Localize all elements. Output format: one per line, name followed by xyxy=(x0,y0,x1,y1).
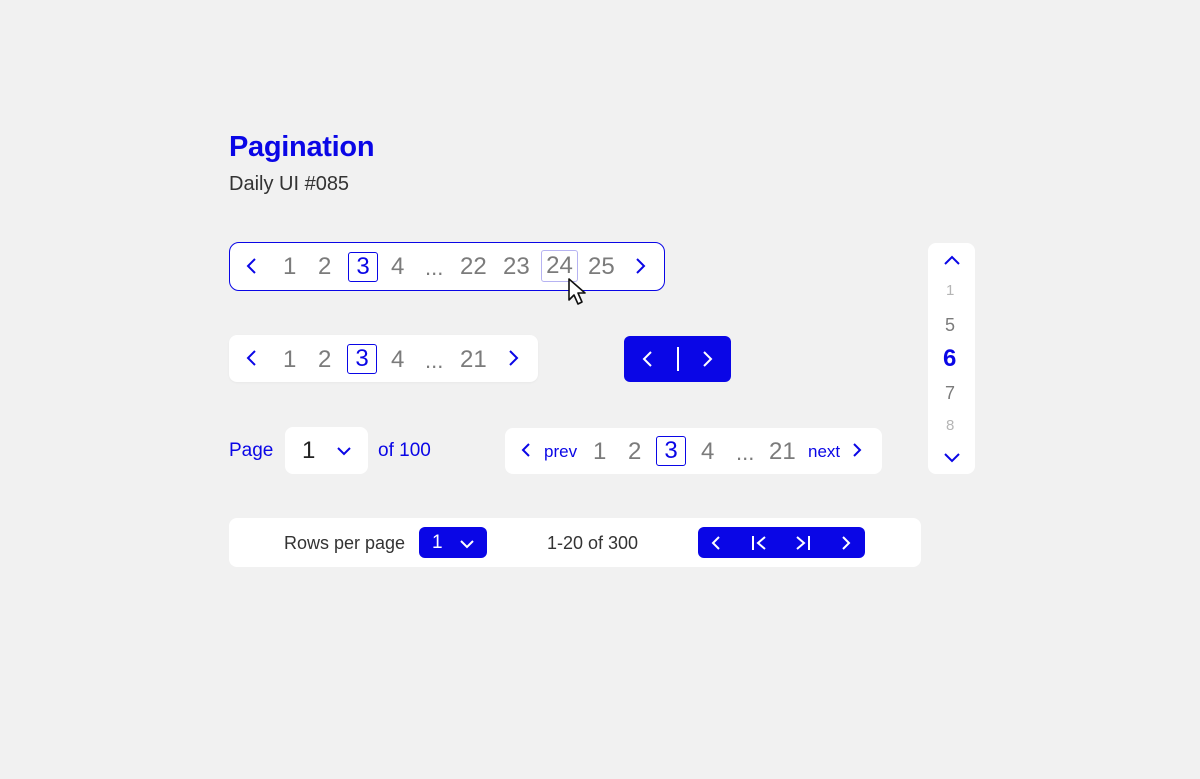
chevron-down-icon xyxy=(336,444,352,462)
page-last[interactable]: 21 xyxy=(460,346,487,374)
vertical-pagination: 1 5 6 7 8 xyxy=(928,243,975,474)
last-page-icon[interactable] xyxy=(794,535,812,556)
table-footer-pagination: Rows per page 1 1-20 of 300 xyxy=(229,518,921,567)
page-select-value: 1 xyxy=(302,437,316,464)
prev-next-button-group xyxy=(624,336,731,382)
ellipsis: ... xyxy=(736,440,755,465)
rows-per-page-label: Rows per page xyxy=(284,533,406,553)
pagination-bar-extended: 1 2 3 4 ... 22 23 24 25 xyxy=(229,242,665,291)
page-current[interactable]: 3 xyxy=(656,436,686,466)
chevron-left-icon[interactable] xyxy=(245,349,259,367)
page-select-dropdown[interactable]: 1 xyxy=(285,427,368,474)
vertical-page-current[interactable]: 6 xyxy=(943,345,956,373)
chevron-right-icon[interactable] xyxy=(840,535,852,556)
chevron-right-icon[interactable] xyxy=(633,257,647,275)
page-1[interactable]: 1 xyxy=(593,438,606,466)
chevron-left-icon[interactable] xyxy=(641,350,655,373)
ellipsis: ... xyxy=(425,348,444,373)
page-4[interactable]: 4 xyxy=(391,253,404,281)
page-1[interactable]: 1 xyxy=(283,346,296,374)
page-current[interactable]: 3 xyxy=(348,252,378,282)
ellipsis: ... xyxy=(425,255,444,280)
vertical-page-1[interactable]: 1 xyxy=(946,282,954,299)
next-link[interactable]: next xyxy=(808,442,840,462)
rows-per-page-select[interactable]: 1 xyxy=(419,527,487,558)
vertical-page-7[interactable]: 7 xyxy=(945,383,955,404)
chevron-left-icon[interactable] xyxy=(710,535,722,556)
page-1[interactable]: 1 xyxy=(283,253,296,281)
page-22[interactable]: 22 xyxy=(460,253,487,281)
page-total-label: of 100 xyxy=(378,440,431,461)
page-title: Pagination xyxy=(229,131,375,163)
page-2[interactable]: 2 xyxy=(318,346,331,374)
table-nav-button-group xyxy=(698,527,865,558)
chevron-left-icon[interactable] xyxy=(520,442,532,458)
pagination-bar-compact: 1 2 3 4 ... 21 xyxy=(229,335,538,382)
page-2[interactable]: 2 xyxy=(628,438,641,466)
chevron-up-icon[interactable] xyxy=(943,253,961,272)
page-last[interactable]: 25 xyxy=(588,253,615,281)
page-23[interactable]: 23 xyxy=(503,253,530,281)
pagination-bar-labeled: prev 1 2 3 4 ... 21 next xyxy=(505,428,882,474)
page-current[interactable]: 3 xyxy=(347,344,377,374)
chevron-right-icon[interactable] xyxy=(700,350,714,373)
first-page-icon[interactable] xyxy=(750,535,768,556)
chevron-down-icon xyxy=(459,537,475,555)
page-last[interactable]: 21 xyxy=(769,438,796,466)
chevron-right-icon[interactable] xyxy=(506,349,520,367)
divider xyxy=(677,347,679,371)
chevron-down-icon[interactable] xyxy=(943,451,961,470)
page-4[interactable]: 4 xyxy=(391,346,404,374)
page-select-label: Page xyxy=(229,440,274,461)
page-4[interactable]: 4 xyxy=(701,438,714,466)
rows-per-page-value: 1 xyxy=(432,532,443,553)
chevron-right-icon[interactable] xyxy=(851,442,863,458)
cursor-arrow-icon xyxy=(567,277,591,312)
vertical-page-8[interactable]: 8 xyxy=(946,417,954,434)
range-label: 1-20 of 300 xyxy=(547,533,639,553)
page-2[interactable]: 2 xyxy=(318,253,331,281)
chevron-left-icon[interactable] xyxy=(245,257,259,275)
prev-link[interactable]: prev xyxy=(544,442,577,462)
vertical-page-5[interactable]: 5 xyxy=(945,315,955,336)
page-subtitle: Daily UI #085 xyxy=(229,173,350,195)
